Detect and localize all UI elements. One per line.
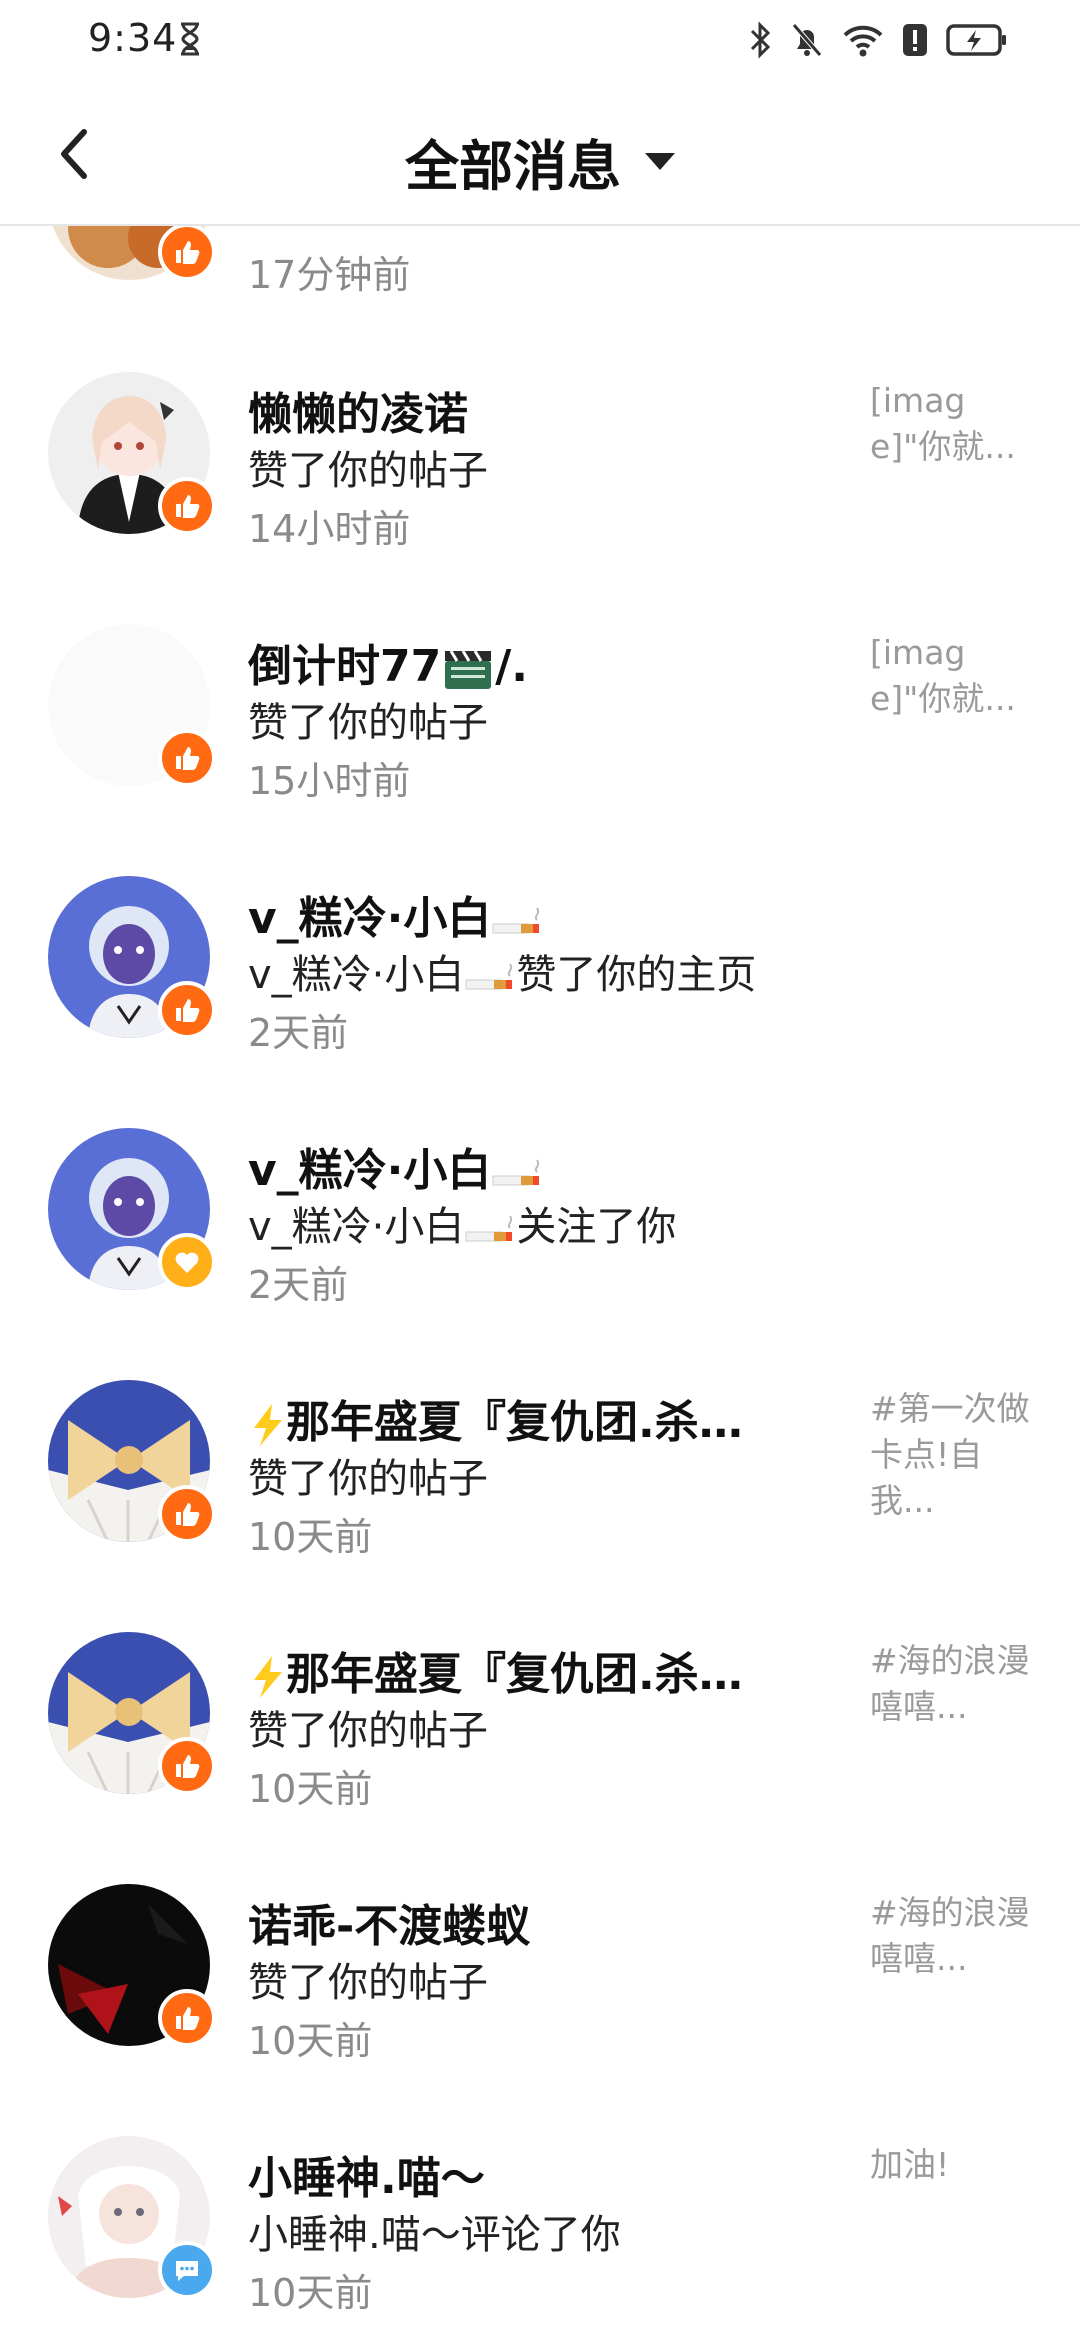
status-time: 9:34: [88, 16, 178, 60]
alert-signal-icon: [903, 24, 927, 56]
dropdown-caret-icon: [645, 153, 675, 170]
post-preview[interactable]: 加油!: [870, 2142, 1040, 2188]
like-badge-icon: [158, 729, 216, 787]
message-item[interactable]: 那年盛夏『复仇团.杀… 赞了你的帖子 10天前 #海的浪漫 嘻嘻...: [0, 1612, 1080, 1864]
sender-name[interactable]: 懒懒的凌诺: [248, 378, 468, 442]
message-time: 10天前: [248, 1515, 373, 1559]
battery-charging-icon: [946, 24, 1006, 56]
message-time: 10天前: [248, 2019, 373, 2063]
post-preview[interactable]: #海的浪漫 嘻嘻...: [870, 1890, 1063, 1982]
status-bar: 9:34: [0, 0, 1080, 84]
like-badge-icon: [158, 226, 216, 281]
header-bar: 全部消息: [0, 84, 1080, 226]
sender-name[interactable]: 小睡神.喵～: [248, 2142, 485, 2206]
message-list[interactable]: 17分钟前 懒懒的凌诺 赞了你的帖子 14小时前 [image]"你就... 倒…: [0, 226, 1080, 2340]
like-badge-icon: [158, 477, 216, 535]
message-item[interactable]: v_糕冷·小白 v_糕冷·小白 赞了你的主页 2天前: [0, 856, 1080, 1108]
sender-name[interactable]: 那年盛夏『复仇团.杀…: [248, 1638, 743, 1702]
message-time: 2天前: [248, 1263, 349, 1307]
message-item[interactable]: 倒计时77/. 赞了你的帖子 15小时前 [image]"你就...: [0, 604, 1080, 856]
message-item[interactable]: 懒懒的凌诺 赞了你的帖子 14小时前 [image]"你就...: [0, 352, 1080, 604]
status-icons: [748, 18, 1008, 62]
message-time: 15小时前: [248, 759, 411, 803]
cigarette-icon: [492, 907, 540, 934]
comment-badge-icon: [158, 2241, 216, 2299]
post-preview[interactable]: #第一次做卡点!自我...: [870, 1386, 1040, 1524]
lightning-icon: [254, 1404, 282, 1446]
sender-name[interactable]: v_糕冷·小白: [248, 1134, 543, 1198]
sender-name[interactable]: 倒计时77/.: [248, 630, 528, 694]
message-action: v_糕冷·小白 赞了你的主页: [248, 952, 757, 998]
message-action: 小睡神.喵～评论了你: [248, 2212, 621, 2258]
bluetooth-icon: [750, 21, 771, 59]
like-badge-icon: [158, 981, 216, 1039]
message-item[interactable]: 17分钟前: [0, 226, 1080, 352]
sender-name[interactable]: 诺乖-不渡蝼蚁: [248, 1890, 530, 1954]
message-action: 赞了你的帖子: [248, 1708, 488, 1754]
like-badge-icon: [158, 1989, 216, 2047]
post-preview[interactable]: #海的浪漫 嘻嘻...: [870, 1638, 1063, 1730]
wifi-icon: [843, 25, 883, 57]
message-item[interactable]: 那年盛夏『复仇团.杀… 赞了你的帖子 10天前 #第一次做卡点!自我...: [0, 1360, 1080, 1612]
sender-name[interactable]: v_糕冷·小白: [248, 882, 543, 946]
message-time: 2天前: [248, 1011, 349, 1055]
like-badge-icon: [158, 1485, 216, 1543]
hourglass-icon: [181, 22, 199, 56]
lightning-icon: [254, 1656, 282, 1698]
page-title: 全部消息: [405, 135, 621, 198]
message-time: 17分钟前: [248, 253, 411, 297]
mute-bell-icon: [792, 23, 822, 57]
cigarette-icon: [465, 963, 513, 990]
message-action: v_糕冷·小白 关注了你: [248, 1204, 677, 1250]
post-preview[interactable]: [image]"你就...: [870, 630, 1040, 722]
message-action: 赞了你的帖子: [248, 700, 488, 746]
message-time: 14小时前: [248, 507, 411, 551]
message-action: 赞了你的帖子: [248, 448, 488, 494]
message-item[interactable]: 诺乖-不渡蝼蚁 赞了你的帖子 10天前 #海的浪漫 嘻嘻...: [0, 1864, 1080, 2116]
message-filter-dropdown[interactable]: 全部消息: [0, 122, 1080, 201]
like-badge-icon: [158, 1737, 216, 1795]
message-item[interactable]: 小睡神.喵～ 小睡神.喵～评论了你 10天前 加油!: [0, 2116, 1080, 2340]
message-action: 赞了你的帖子: [248, 1456, 488, 1502]
follow-heart-badge-icon: [158, 1233, 216, 1291]
cigarette-icon: [492, 1159, 540, 1186]
message-time: 10天前: [248, 1767, 373, 1811]
message-action: 赞了你的帖子: [248, 1960, 488, 2006]
message-item[interactable]: v_糕冷·小白 v_糕冷·小白 关注了你 2天前: [0, 1108, 1080, 1360]
sender-name[interactable]: 那年盛夏『复仇团.杀…: [248, 1386, 743, 1450]
message-time: 10天前: [248, 2271, 373, 2315]
cigarette-icon: [465, 1215, 513, 1242]
post-preview[interactable]: [image]"你就...: [870, 378, 1040, 470]
clapperboard-icon: [445, 650, 492, 689]
